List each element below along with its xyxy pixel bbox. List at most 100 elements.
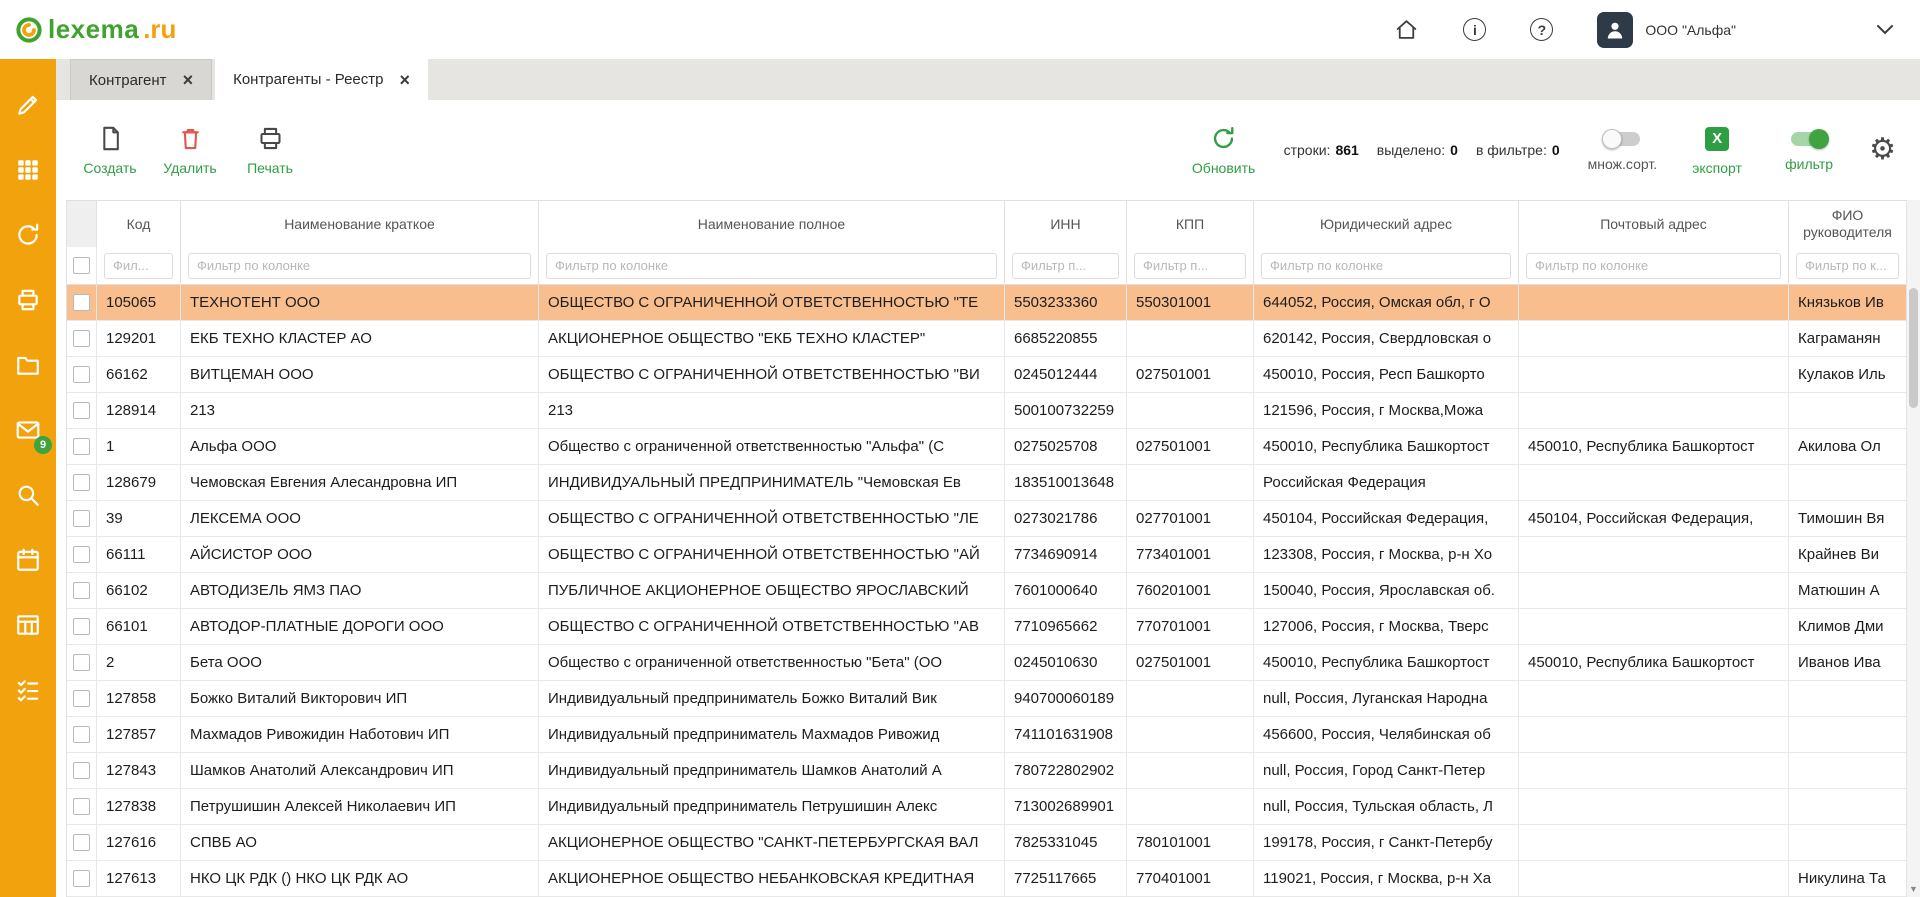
column-header-code[interactable]: Код (97, 201, 181, 247)
cell-postal_address (1519, 861, 1789, 896)
row-checkbox[interactable] (73, 690, 90, 707)
select-all-checkbox[interactable] (73, 257, 90, 274)
row-checkbox[interactable] (73, 654, 90, 671)
table-row[interactable]: 127858Божко Виталий Викторович ИПИндивид… (67, 681, 1906, 717)
row-checkbox[interactable] (73, 870, 90, 887)
filter-input-full_name[interactable] (546, 253, 997, 279)
sidebar-item-modules[interactable] (14, 158, 42, 186)
sidebar-item-table[interactable] (14, 613, 42, 641)
row-checkbox[interactable] (73, 798, 90, 815)
tab-kontragenty-reestr[interactable]: Контрагенты - Реестр × (215, 59, 428, 100)
table-row[interactable]: 127616СПВБ АОАКЦИОНЕРНОЕ ОБЩЕСТВО "САНКТ… (67, 825, 1906, 861)
column-header-postal_address[interactable]: Почтовый адрес (1519, 201, 1789, 247)
chevron-down-icon[interactable] (1876, 24, 1894, 35)
settings-gear-icon[interactable]: ⚙ (1869, 135, 1896, 165)
pencil-icon (15, 92, 41, 123)
row-checkbox[interactable] (73, 762, 90, 779)
row-checkbox[interactable] (73, 330, 90, 347)
multisort-toggle[interactable]: множ.сорт. (1588, 129, 1657, 172)
column-header-kpp[interactable]: КПП (1127, 201, 1254, 247)
sidebar-item-calendar[interactable] (14, 548, 42, 576)
close-icon[interactable]: × (183, 71, 194, 89)
column-label: ИНН (1050, 216, 1080, 233)
filter-input-kpp[interactable] (1134, 253, 1246, 279)
selected-label: выделено: (1377, 142, 1445, 158)
filter-input-postal_address[interactable] (1526, 253, 1781, 279)
sidebar-item-printer[interactable] (14, 288, 42, 316)
row-checkbox[interactable] (73, 402, 90, 419)
row-checkbox[interactable] (73, 366, 90, 383)
cell-kpp (1127, 753, 1254, 788)
filter-input-code[interactable] (104, 253, 173, 279)
help-icon[interactable]: ? (1530, 18, 1553, 41)
filter-input-short_name[interactable] (188, 253, 531, 279)
sidebar-item-mail[interactable]: 9 (14, 418, 42, 446)
create-button[interactable]: Создать (78, 125, 142, 176)
column-header-inn[interactable]: ИНН (1005, 201, 1127, 247)
cell-code: 128914 (97, 393, 181, 428)
row-checkbox-cell (67, 717, 97, 752)
table-row[interactable]: 128914213213500100732259121596, Россия, … (67, 393, 1906, 429)
table-row[interactable]: 1Альфа ООООбщество с ограниченной ответс… (67, 429, 1906, 465)
row-checkbox[interactable] (73, 726, 90, 743)
delete-button[interactable]: Удалить (158, 125, 222, 176)
sidebar-item-checklist[interactable] (14, 678, 42, 706)
filter-input-legal_address[interactable] (1261, 253, 1511, 279)
print-button[interactable]: Печать (238, 125, 302, 176)
info-icon[interactable]: i (1463, 18, 1486, 41)
close-icon[interactable]: × (400, 71, 411, 89)
vertical-scrollbar[interactable]: ▼ (1906, 200, 1920, 897)
table-row[interactable]: 129201ЕКБ ТЕХНО КЛАСТЕР АОАКЦИОНЕРНОЕ ОБ… (67, 321, 1906, 357)
column-header-legal_address[interactable]: Юридический адрес (1254, 201, 1519, 247)
row-checkbox[interactable] (73, 618, 90, 635)
refresh-button[interactable]: Обновить (1192, 125, 1256, 176)
sidebar-item-search[interactable] (14, 483, 42, 511)
column-header-director[interactable]: ФИО руководителя (1789, 201, 1906, 247)
filter-toggle[interactable]: фильтр (1777, 129, 1841, 172)
table-row[interactable]: 66162ВИТЦЕМАН ООООБЩЕСТВО С ОГРАНИЧЕННОЙ… (67, 357, 1906, 393)
user-menu[interactable]: ООО "Альфа" (1597, 12, 1736, 48)
filter-input-inn[interactable] (1012, 253, 1119, 279)
table-row[interactable]: 127613НКО ЦК РДК () НКО ЦК РДК АОАКЦИОНЕ… (67, 861, 1906, 897)
table-row[interactable]: 2Бета ООООбщество с ограниченной ответст… (67, 645, 1906, 681)
row-checkbox[interactable] (73, 834, 90, 851)
cell-legal_address: 150040, Россия, Ярославская об. (1254, 573, 1519, 608)
cell-director (1789, 789, 1906, 824)
table-row[interactable]: 127843Шамков Анатолий Александрович ИПИн… (67, 753, 1906, 789)
sidebar-item-folder[interactable] (14, 353, 42, 381)
sidebar-item-sync[interactable] (14, 223, 42, 251)
table-row[interactable]: 66102АВТОДИЗЕЛЬ ЯМЗ ПАОПУБЛИЧНОЕ АКЦИОНЕ… (67, 573, 1906, 609)
logo[interactable]: lexema.ru (14, 14, 176, 45)
row-checkbox[interactable] (73, 294, 90, 311)
row-checkbox[interactable] (73, 474, 90, 491)
tab-kontragent[interactable]: Контрагент × (70, 59, 212, 100)
filter-cell-kpp (1127, 247, 1254, 284)
export-label: экспорт (1692, 160, 1742, 176)
scrollbar-thumb[interactable] (1909, 288, 1918, 408)
home-icon[interactable] (1394, 17, 1419, 42)
column-header-full_name[interactable]: Наименование полное (539, 201, 1005, 247)
logo-text: lexema (48, 14, 139, 45)
table-row[interactable]: 66101АВТОДОР-ПЛАТНЫЕ ДОРОГИ ООООБЩЕСТВО … (67, 609, 1906, 645)
filter-input-director[interactable] (1796, 253, 1899, 279)
column-header-short_name[interactable]: Наименование краткое (181, 201, 539, 247)
table-row[interactable]: 66111АЙСИСТОР ООООБЩЕСТВО С ОГРАНИЧЕННОЙ… (67, 537, 1906, 573)
row-checkbox-cell (67, 285, 97, 320)
cell-postal_address (1519, 717, 1789, 752)
cell-short_name: СПВБ АО (181, 825, 539, 860)
row-checkbox[interactable] (73, 510, 90, 527)
table-row[interactable]: 39ЛЕКСЕМА ООООБЩЕСТВО С ОГРАНИЧЕННОЙ ОТВ… (67, 501, 1906, 537)
column-label: Код (127, 216, 151, 233)
sidebar-item-pencil[interactable] (14, 93, 42, 121)
table-row[interactable]: 127857Махмадов Ривожидин Наботович ИПИнд… (67, 717, 1906, 753)
scroll-down-arrow[interactable]: ▼ (1907, 884, 1920, 894)
logo-suffix: .ru (143, 14, 176, 45)
table-row[interactable]: 128679Чемовская Евгения Алесандровна ИПИ… (67, 465, 1906, 501)
row-checkbox[interactable] (73, 582, 90, 599)
table-row[interactable]: 105065ТЕХНОТЕНТ ООООБЩЕСТВО С ОГРАНИЧЕНН… (67, 285, 1906, 321)
table-row[interactable]: 127838Петрушишин Алексей Николаевич ИПИн… (67, 789, 1906, 825)
export-button[interactable]: X экспорт (1685, 125, 1749, 176)
row-checkbox[interactable] (73, 546, 90, 563)
cell-postal_address: 450010, Республика Башкортост (1519, 429, 1789, 464)
row-checkbox[interactable] (73, 438, 90, 455)
